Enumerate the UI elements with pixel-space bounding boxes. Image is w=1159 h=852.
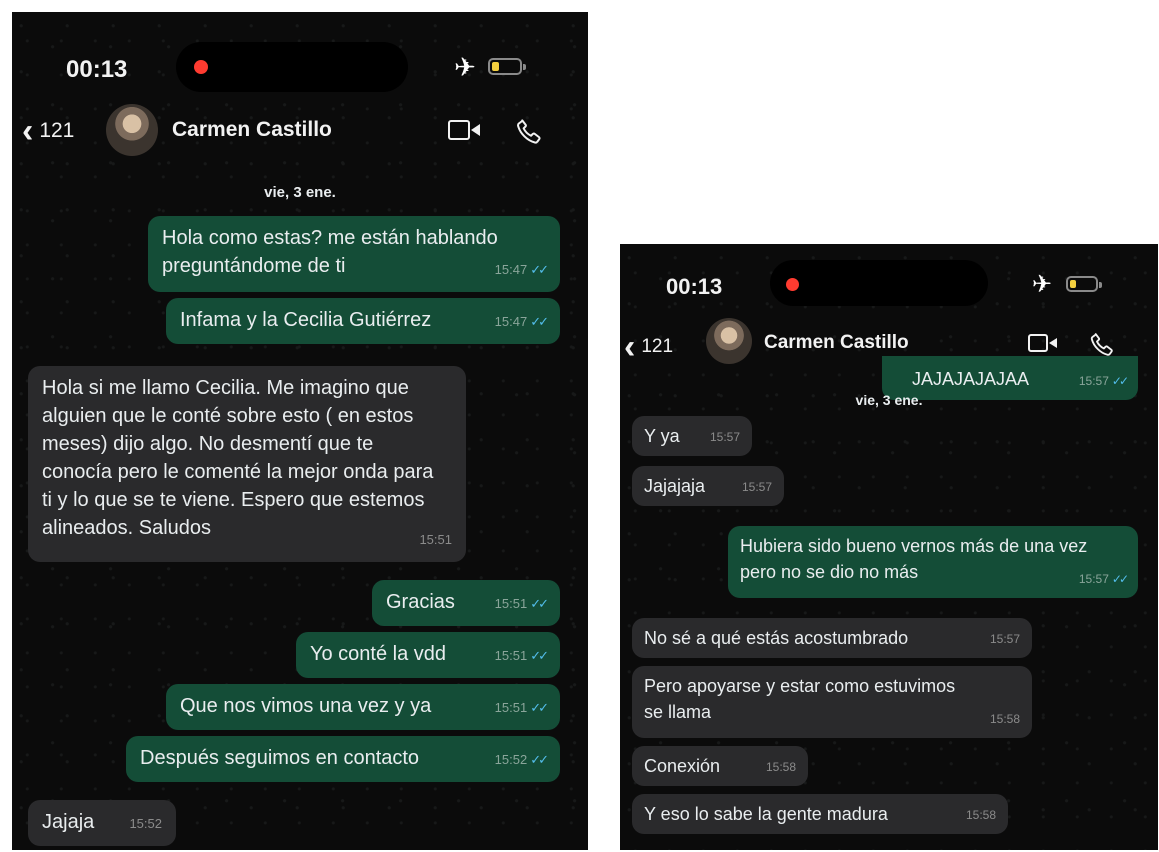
- message-time: 15:51: [419, 532, 452, 547]
- message-text: Hubiera sido bueno vernos más de una vez…: [740, 536, 1088, 582]
- double-check-icon: ✓✓: [1111, 572, 1129, 586]
- message-time: 15:51: [494, 648, 528, 663]
- chevron-left-icon: ‹: [624, 328, 636, 366]
- video-camera-icon[interactable]: [1028, 334, 1048, 352]
- message-outgoing[interactable]: Hola como estas? me están hablando pregu…: [148, 216, 560, 292]
- message-outgoing[interactable]: Infama y la Cecilia Gutiérrez 15:47 ✓✓: [166, 298, 560, 344]
- message-text: Después seguimos en contacto: [140, 747, 420, 769]
- status-bar: 00:13 ✈: [620, 244, 1158, 316]
- message-meta: 15:52: [129, 810, 162, 838]
- message-text: Que nos vimos una vez y ya: [180, 695, 432, 717]
- message-meta: 15:51 ✓✓: [494, 694, 549, 722]
- message-meta: 15:57: [742, 474, 772, 500]
- message-incoming[interactable]: No sé a qué estás acostumbrado 15:57: [632, 618, 1032, 658]
- double-check-icon: ✓✓: [530, 314, 549, 329]
- status-time: 00:13: [66, 56, 128, 83]
- message-incoming[interactable]: Jajaja 15:52: [28, 800, 176, 846]
- message-meta: 15:51 ✓✓: [494, 590, 549, 618]
- status-time: 00:13: [666, 274, 723, 299]
- message-incoming[interactable]: Hola si me llamo Cecilia. Me imagino que…: [28, 366, 466, 562]
- message-time: 15:52: [129, 816, 162, 831]
- message-outgoing[interactable]: Hubiera sido bueno vernos más de una vez…: [728, 526, 1138, 598]
- contact-avatar[interactable]: [106, 104, 158, 156]
- message-incoming[interactable]: Conexión 15:58: [632, 746, 808, 786]
- message-time: 15:51: [494, 596, 528, 611]
- message-meta: 15:51: [419, 526, 452, 554]
- date-separator: vie, 3 ene.: [264, 184, 336, 201]
- message-text: Pero apoyarse y estar como estuvimos se …: [644, 676, 956, 722]
- message-meta: 15:47 ✓✓: [494, 308, 549, 336]
- message-incoming[interactable]: Y eso lo sabe la gente madura 15:58: [632, 794, 1008, 834]
- back-button[interactable]: ‹ 121: [624, 330, 673, 364]
- back-unread-count: 121: [39, 119, 75, 142]
- recording-indicator-icon: [786, 278, 799, 291]
- message-outgoing[interactable]: Después seguimos en contacto 15:52 ✓✓: [126, 736, 560, 782]
- message-time: 15:57: [709, 430, 740, 444]
- dynamic-island: [770, 260, 988, 306]
- message-time: 15:52: [494, 752, 528, 767]
- airplane-mode-icon: ✈: [1032, 271, 1053, 298]
- message-meta: 15:47 ✓✓: [494, 256, 549, 284]
- dynamic-island: [176, 42, 408, 92]
- message-incoming[interactable]: Pero apoyarse y estar como estuvimos se …: [632, 666, 1032, 738]
- message-text: Infama y la Cecilia Gutiérrez: [180, 309, 432, 331]
- airplane-mode-icon: ✈: [454, 52, 476, 82]
- battery-low-icon: [1066, 276, 1102, 292]
- message-time: 15:58: [765, 760, 796, 774]
- recording-indicator-icon: [194, 60, 208, 74]
- message-incoming[interactable]: Y ya 15:57: [632, 416, 752, 456]
- contact-name[interactable]: Carmen Castillo: [764, 332, 909, 354]
- message-outgoing[interactable]: Que nos vimos una vez y ya 15:51 ✓✓: [166, 684, 560, 730]
- message-time: 15:57: [989, 632, 1020, 646]
- chevron-left-icon: ‹: [22, 112, 34, 150]
- status-bar: 00:13 ✈: [12, 12, 588, 92]
- double-check-icon: ✓✓: [530, 752, 549, 767]
- message-text: Hola como estas? me están hablando pregu…: [162, 227, 498, 277]
- message-text: Y eso lo sabe la gente madura: [644, 804, 888, 824]
- back-button[interactable]: ‹ 121: [22, 114, 74, 148]
- message-text: Hola si me llamo Cecilia. Me imagino que…: [42, 377, 434, 539]
- message-meta: 15:57 ✓✓: [1078, 368, 1129, 394]
- contact-name[interactable]: Carmen Castillo: [172, 118, 332, 142]
- message-outgoing[interactable]: Yo conté la vdd 15:51 ✓✓: [296, 632, 560, 678]
- back-unread-count: 121: [641, 336, 674, 357]
- phone-icon[interactable]: [1088, 330, 1116, 358]
- message-meta: 15:57 ✓✓: [1078, 566, 1129, 592]
- contact-avatar[interactable]: [706, 318, 752, 364]
- message-meta: 15:57: [710, 424, 740, 450]
- message-time: 15:57: [741, 480, 772, 494]
- chat-screenshot-2: 00:13 ✈ ‹ 121 Carmen Castillo JAJAJAJAJA…: [620, 244, 1158, 850]
- battery-low-icon: [488, 58, 526, 75]
- message-meta: 15:58: [966, 802, 996, 828]
- message-outgoing[interactable]: Gracias 15:51 ✓✓: [372, 580, 560, 626]
- chat-screenshot-1: 00:13 ✈ ‹ 121 Carmen Castillo vie, 3 ene…: [12, 12, 588, 850]
- video-camera-icon[interactable]: [448, 120, 470, 140]
- date-separator: vie, 3 ene.: [855, 392, 923, 408]
- message-time: 15:57: [1078, 572, 1109, 586]
- message-incoming[interactable]: Jajajaja 15:57: [632, 466, 784, 506]
- message-meta: 15:57: [990, 626, 1020, 652]
- message-time: 15:47: [494, 314, 528, 329]
- double-check-icon: ✓✓: [1111, 374, 1129, 388]
- message-meta: 15:51 ✓✓: [494, 642, 549, 670]
- message-text: No sé a qué estás acostumbrado: [644, 628, 909, 648]
- message-time: 15:58: [965, 808, 996, 822]
- phone-icon[interactable]: [514, 116, 544, 146]
- message-time: 15:57: [1078, 374, 1109, 388]
- message-meta: 15:58: [990, 706, 1020, 732]
- message-meta: 15:58: [766, 754, 796, 780]
- message-meta: 15:52 ✓✓: [494, 746, 549, 774]
- double-check-icon: ✓✓: [530, 596, 549, 611]
- message-time: 15:47: [494, 262, 528, 277]
- message-time: 15:58: [989, 712, 1020, 726]
- double-check-icon: ✓✓: [530, 700, 549, 715]
- double-check-icon: ✓✓: [530, 262, 549, 277]
- message-time: 15:51: [494, 700, 528, 715]
- double-check-icon: ✓✓: [530, 648, 549, 663]
